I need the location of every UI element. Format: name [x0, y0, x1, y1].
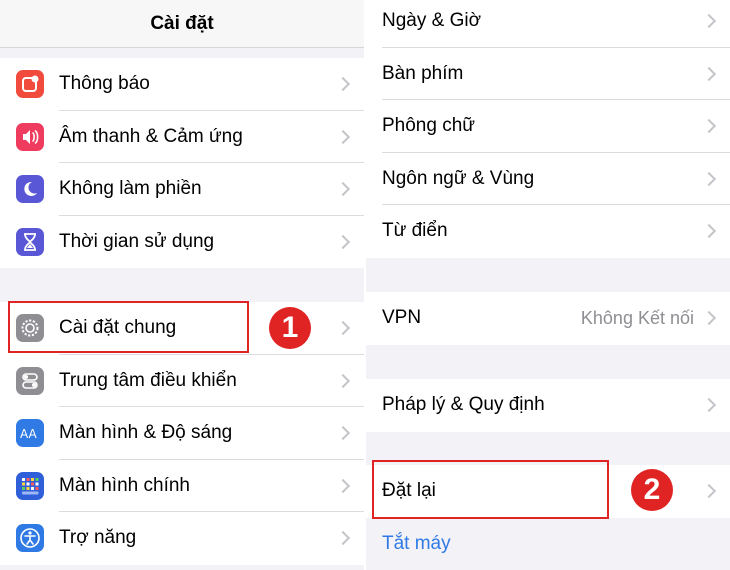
vpn-status-value: Không Kết nối — [580, 308, 694, 328]
row-label: Thông báo — [59, 73, 150, 94]
row-label: Trung tâm điều khiển — [59, 369, 237, 391]
chevron-right-icon — [701, 311, 717, 326]
display-aa-icon: AA — [16, 419, 44, 447]
chevron-right-icon — [335, 321, 351, 336]
chevron-right-icon — [335, 77, 351, 92]
row-label: Từ điển — [382, 220, 448, 241]
row-label: Ngôn ngữ & Vùng — [382, 167, 535, 189]
row-display-brightness[interactable]: AA Màn hình & Độ sáng — [0, 407, 364, 460]
chevron-right-icon — [335, 478, 351, 493]
chevron-right-icon — [335, 234, 351, 249]
chevron-right-icon — [701, 224, 717, 239]
accessibility-icon — [16, 524, 44, 552]
row-label: Ngày & Giờ — [382, 10, 482, 31]
hourglass-icon — [16, 227, 44, 256]
chevron-right-icon — [701, 398, 717, 413]
row-accessibility[interactable]: Trợ năng — [0, 512, 364, 565]
row-notifications[interactable]: Thông báo — [0, 58, 364, 111]
row-home-screen[interactable]: Màn hình chính — [0, 460, 364, 512]
row-vpn[interactable]: VPN Không Kết nối — [366, 292, 730, 345]
chevron-right-icon — [701, 119, 717, 134]
row-label: Không làm phiền — [59, 178, 202, 199]
row-label: Bàn phím — [382, 62, 464, 84]
legal-group: Pháp lý & Quy định — [366, 379, 730, 432]
nav-title: Cài đặt — [0, 0, 364, 48]
highlight-box-general — [8, 301, 249, 353]
chevron-right-icon — [335, 182, 351, 197]
vpn-group: VPN Không Kết nối — [366, 292, 730, 345]
row-screen-time[interactable]: Thời gian sử dụng — [0, 216, 364, 269]
row-control-center[interactable]: Trung tâm điều khiển — [0, 355, 364, 407]
chevron-right-icon — [335, 129, 351, 144]
row-legal-regulatory[interactable]: Pháp lý & Quy định — [366, 379, 730, 432]
row-fonts[interactable]: Phông chữ — [366, 100, 730, 153]
chevron-right-icon — [701, 171, 717, 186]
row-label: Màn hình chính — [59, 474, 190, 496]
general-group-1: Ngày & Giờ Bàn phím Phông chữ Ngôn ngữ &… — [366, 0, 730, 258]
svg-text:AA: AA — [20, 427, 38, 441]
row-language-region[interactable]: Ngôn ngữ & Vùng — [366, 153, 730, 205]
row-label: Màn hình & Độ sáng — [59, 422, 233, 443]
row-keyboard[interactable]: Bàn phím — [366, 48, 730, 100]
chevron-right-icon — [335, 531, 351, 546]
chevron-right-icon — [335, 426, 351, 441]
toggles-icon — [16, 366, 44, 395]
row-date-time[interactable]: Ngày & Giờ — [366, 0, 730, 48]
home-grid-icon — [16, 471, 44, 500]
highlight-box-reset — [372, 460, 609, 519]
row-label: Âm thanh & Cảm ứng — [59, 125, 243, 147]
row-do-not-disturb[interactable]: Không làm phiền — [0, 163, 364, 216]
row-label: Phông chữ — [382, 115, 476, 136]
row-label: Trợ năng — [59, 527, 137, 548]
row-label: Pháp lý & Quy định — [382, 394, 545, 415]
step-badge-1: 1 — [269, 307, 311, 349]
shutdown-link[interactable]: Tắt máy — [382, 533, 451, 555]
chevron-right-icon — [701, 14, 717, 29]
step-badge-2: 2 — [631, 469, 673, 511]
row-label: VPN — [382, 307, 422, 328]
chevron-right-icon — [335, 373, 351, 388]
settings-group-1: Thông báo Âm thanh & Cảm ứng Không làm p… — [0, 58, 364, 268]
chevron-right-icon — [701, 484, 717, 499]
notifications-icon — [16, 70, 44, 98]
moon-icon — [16, 175, 44, 203]
speaker-icon — [16, 122, 44, 151]
row-sounds[interactable]: Âm thanh & Cảm ứng — [0, 111, 364, 163]
chevron-right-icon — [701, 66, 717, 81]
row-dictionary[interactable]: Từ điển — [366, 205, 730, 258]
settings-panel: Cài đặt Thông báo Âm thanh & Cảm ứng Khô… — [0, 0, 364, 570]
row-label: Thời gian sử dụng — [59, 230, 215, 252]
